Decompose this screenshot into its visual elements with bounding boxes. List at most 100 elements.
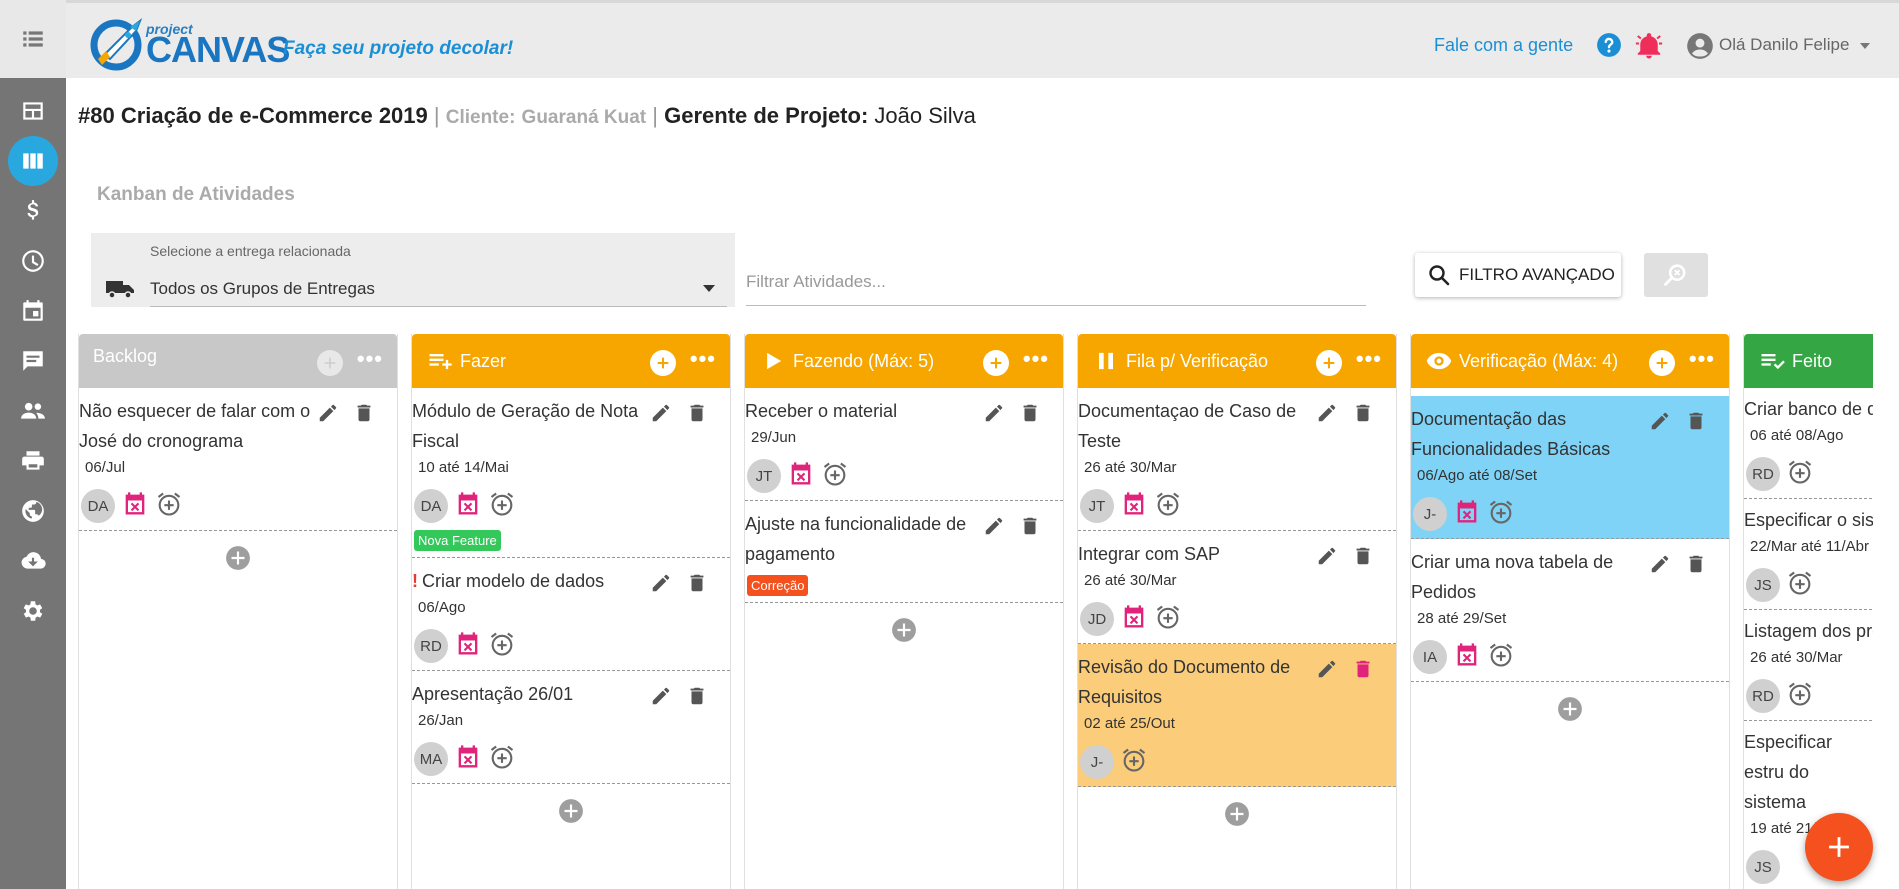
add-card-button[interactable]: [317, 350, 343, 376]
add-card-button[interactable]: [983, 350, 1009, 376]
add-card-inline-button[interactable]: [1411, 682, 1729, 722]
kanban-card[interactable]: Criar uma nova tabela de Pedidos 28 até …: [1411, 539, 1729, 682]
edit-pencil-icon[interactable]: [650, 402, 672, 424]
user-greeting[interactable]: Olá Danilo Felipe: [1719, 35, 1849, 55]
floating-add-button[interactable]: [1805, 813, 1873, 881]
sidebar-item-kanban[interactable]: [0, 136, 66, 186]
trash-icon[interactable]: [1352, 658, 1374, 680]
sidebar-item-print[interactable]: [0, 436, 66, 486]
activity-filter-input[interactable]: [746, 258, 1366, 306]
trash-icon[interactable]: [1685, 553, 1707, 575]
trash-icon[interactable]: [1352, 545, 1374, 567]
trash-icon[interactable]: [1019, 515, 1041, 537]
calendar-remove-icon[interactable]: [1120, 490, 1148, 518]
user-menu-caret-icon[interactable]: [1860, 43, 1870, 49]
alarm-add-icon[interactable]: [1154, 490, 1182, 518]
sidebar-item-time[interactable]: [0, 236, 66, 286]
avatar[interactable]: RD: [1746, 457, 1780, 491]
sidebar-item-settings[interactable]: [0, 586, 66, 636]
calendar-remove-icon[interactable]: [121, 490, 149, 518]
sidebar-item-web[interactable]: [0, 486, 66, 536]
add-card-inline-button[interactable]: [412, 784, 730, 824]
help-icon[interactable]: [1596, 32, 1622, 58]
calendar-remove-icon[interactable]: [1120, 603, 1148, 631]
sidebar-item-dashboard[interactable]: [0, 86, 66, 136]
delivery-select[interactable]: Selecione a entrega relacionada Todos os…: [91, 233, 735, 307]
alarm-add-icon[interactable]: [1154, 603, 1182, 631]
alarm-add-icon[interactable]: [488, 630, 516, 658]
kanban-card[interactable]: Especificar o sist 22/Mar até 11/Abr JS: [1744, 499, 1873, 610]
avatar[interactable]: JD: [1080, 602, 1114, 636]
kanban-card[interactable]: Receber o material 29/Jun JT: [745, 388, 1063, 501]
add-card-inline-button[interactable]: [1078, 787, 1396, 827]
alarm-add-icon[interactable]: [1786, 458, 1814, 486]
edit-pencil-icon[interactable]: [1316, 658, 1338, 680]
calendar-remove-icon[interactable]: [454, 490, 482, 518]
alarm-add-icon[interactable]: [821, 460, 849, 488]
avatar[interactable]: J-: [1413, 497, 1447, 531]
kanban-card[interactable]: ! Criar modelo de dados 06/Ago RD: [412, 558, 730, 671]
add-card-button[interactable]: [1316, 350, 1342, 376]
trash-icon[interactable]: [1019, 402, 1041, 424]
add-card-inline-button[interactable]: [79, 531, 397, 571]
avatar[interactable]: DA: [81, 489, 115, 523]
edit-pencil-icon[interactable]: [983, 402, 1005, 424]
kanban-card[interactable]: Criar banco de d 06 até 08/Ago RD: [1744, 388, 1873, 499]
avatar[interactable]: IA: [1413, 640, 1447, 674]
avatar[interactable]: JT: [1080, 489, 1114, 523]
kanban-card[interactable]: Ajuste na funcionalidade de pagamento Co…: [745, 501, 1063, 603]
kanban-card[interactable]: Documentaçao de Caso de Teste 26 até 30/…: [1078, 388, 1396, 531]
trash-icon[interactable]: [686, 402, 708, 424]
avatar[interactable]: RD: [1746, 679, 1780, 713]
advanced-filter-button[interactable]: FILTRO AVANÇADO: [1415, 253, 1621, 297]
alarm-add-icon[interactable]: [1487, 498, 1515, 526]
avatar[interactable]: JS: [1746, 850, 1780, 884]
edit-pencil-icon[interactable]: [1316, 545, 1338, 567]
edit-pencil-icon[interactable]: [650, 685, 672, 707]
sidebar-item-calendar[interactable]: [0, 286, 66, 336]
calendar-remove-icon[interactable]: [454, 630, 482, 658]
kanban-card[interactable]: Documentação das Funcionalidades Básicas…: [1411, 388, 1729, 539]
notification-bell-icon[interactable]: [1634, 31, 1664, 61]
sidebar-item-messages[interactable]: [0, 336, 66, 386]
kanban-card[interactable]: Revisão do Documento de Requisitos 02 at…: [1078, 644, 1396, 787]
edit-pencil-icon[interactable]: [317, 402, 339, 424]
more-options-icon[interactable]: •••: [1356, 348, 1382, 370]
avatar[interactable]: MA: [414, 742, 448, 776]
sidebar-item-finance[interactable]: [0, 186, 66, 236]
kanban-card[interactable]: Módulo de Geração de Nota Fiscal 10 até …: [412, 388, 730, 558]
trash-icon[interactable]: [1352, 402, 1374, 424]
avatar[interactable]: J-: [1080, 745, 1114, 779]
edit-pencil-icon[interactable]: [1649, 410, 1671, 432]
kanban-card[interactable]: Não esquecer de falar com o José do cron…: [79, 388, 397, 531]
sidebar-item-download[interactable]: [0, 536, 66, 586]
alarm-add-icon[interactable]: [1786, 569, 1814, 597]
edit-pencil-icon[interactable]: [983, 515, 1005, 537]
trash-icon[interactable]: [353, 402, 375, 424]
alarm-add-icon[interactable]: [155, 490, 183, 518]
add-card-inline-button[interactable]: [745, 603, 1063, 643]
kanban-card[interactable]: Apresentação 26/01 26/Jan MA: [412, 671, 730, 784]
search-reset-button[interactable]: [1644, 253, 1708, 297]
calendar-remove-icon[interactable]: [1453, 498, 1481, 526]
calendar-remove-icon[interactable]: [787, 460, 815, 488]
edit-pencil-icon[interactable]: [1316, 402, 1338, 424]
edit-pencil-icon[interactable]: [650, 572, 672, 594]
sidebar-item-team[interactable]: [0, 386, 66, 436]
contact-link[interactable]: Fale com a gente: [1434, 35, 1573, 56]
more-options-icon[interactable]: •••: [690, 348, 716, 370]
user-avatar-icon[interactable]: [1686, 32, 1714, 60]
avatar[interactable]: JT: [747, 459, 781, 493]
calendar-remove-icon[interactable]: [1453, 641, 1481, 669]
more-options-icon[interactable]: •••: [1023, 348, 1049, 370]
alarm-add-icon[interactable]: [488, 490, 516, 518]
trash-icon[interactable]: [686, 572, 708, 594]
kanban-card[interactable]: Listagem dos pro 26 até 30/Mar RD: [1744, 610, 1873, 721]
calendar-remove-icon[interactable]: [454, 743, 482, 771]
add-card-button[interactable]: [650, 350, 676, 376]
alarm-add-icon[interactable]: [1786, 680, 1814, 708]
alarm-add-icon[interactable]: [1487, 641, 1515, 669]
trash-icon[interactable]: [1685, 410, 1707, 432]
edit-pencil-icon[interactable]: [1649, 553, 1671, 575]
avatar[interactable]: JS: [1746, 568, 1780, 602]
